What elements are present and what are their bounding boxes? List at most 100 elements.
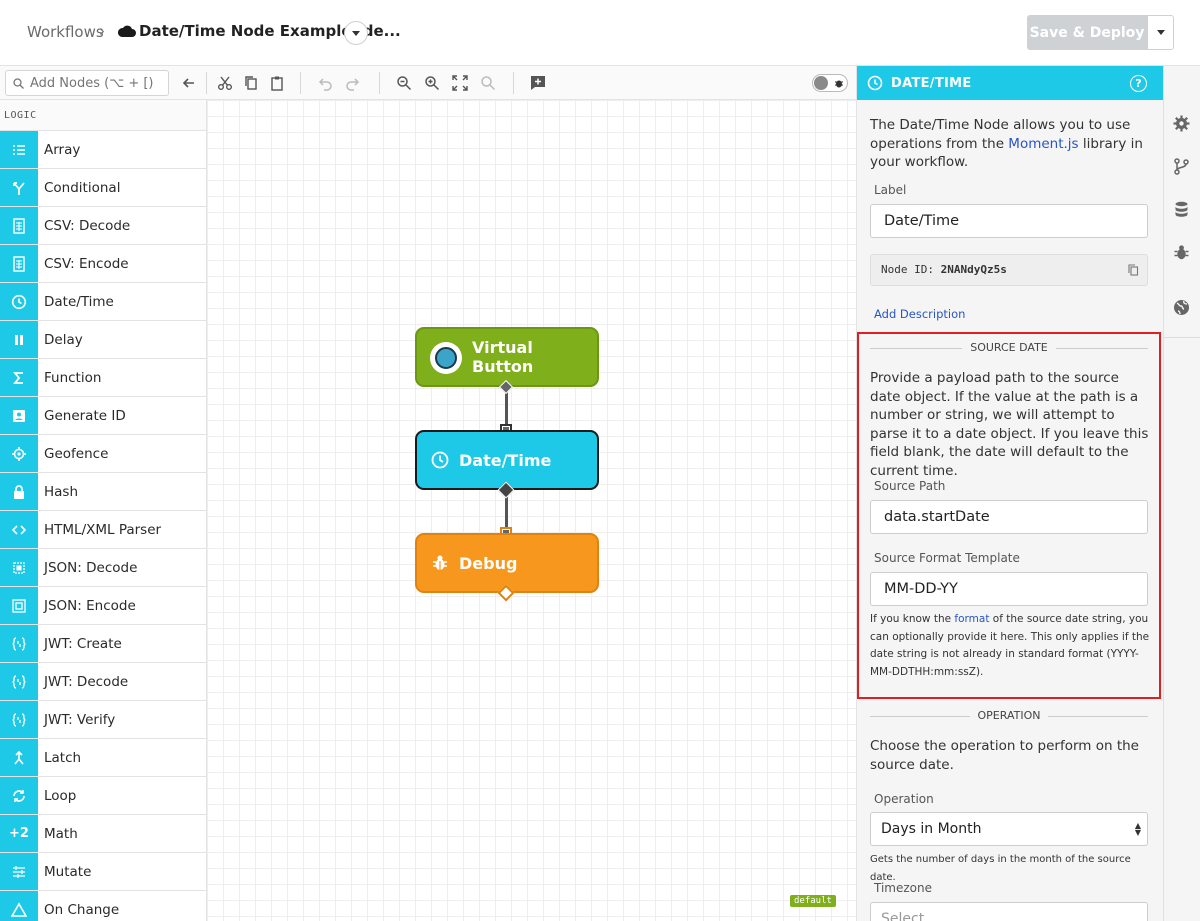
timezone-placeholder: Select...: [881, 911, 938, 921]
operation-label: Operation: [874, 792, 934, 806]
add-nodes-search[interactable]: [5, 70, 169, 96]
debug-toggle[interactable]: [812, 74, 848, 92]
search-input[interactable]: [30, 74, 166, 92]
crosshair-icon: [0, 435, 38, 472]
timezone-label: Timezone: [874, 881, 932, 895]
palette-item-delay[interactable]: Delay: [0, 321, 206, 359]
workflow-menu-button[interactable]: [344, 21, 368, 45]
palette-item-jwt-decode[interactable]: JWT: Decode: [0, 663, 206, 701]
mutate-icon: [0, 853, 38, 890]
palette-item-geofence[interactable]: Geofence: [0, 435, 206, 473]
palette-item-label: Latch: [44, 749, 82, 766]
paste-icon[interactable]: [269, 75, 285, 91]
palette-item-label: JWT: Decode: [44, 673, 129, 690]
palette-item-date-time[interactable]: Date/Time: [0, 283, 206, 321]
json-encode-icon: [0, 587, 38, 624]
toolbar-divider: [379, 72, 380, 94]
editor-toolbar: [0, 66, 856, 100]
timezone-select[interactable]: Select...: [870, 902, 1148, 921]
palette-item-csv-decode[interactable]: CSV: Decode: [0, 207, 206, 245]
palette-item-function[interactable]: Function: [0, 359, 206, 397]
jwt-icon: [0, 625, 38, 662]
database-icon[interactable]: [1173, 201, 1190, 218]
bug-icon: [433, 555, 447, 570]
node-id-value: 2NANdyQz5s: [940, 263, 1007, 276]
source-format-input[interactable]: MM-DD-YY: [870, 572, 1148, 606]
node-debug[interactable]: Debug: [415, 533, 599, 593]
palette-item-latch[interactable]: Latch: [0, 739, 206, 777]
palette-list: Array Conditional CSV: Decode CSV: Encode Da…: [0, 131, 206, 921]
palette-item-label: Array: [44, 141, 81, 158]
palette-item-array[interactable]: Array: [0, 131, 206, 169]
sigma-icon: [0, 359, 38, 396]
redo-icon[interactable]: [345, 75, 361, 91]
palette-item-label: JWT: Create: [44, 635, 122, 652]
format-help-before: If you know the: [870, 613, 955, 625]
globe-icon[interactable]: [1173, 299, 1190, 316]
palette-item-jwt-verify[interactable]: JWT: Verify: [0, 701, 206, 739]
format-help-text: If you know the format of the source dat…: [870, 611, 1152, 681]
add-description-link[interactable]: Add Description: [874, 307, 965, 321]
copy-icon[interactable]: [1127, 264, 1139, 276]
code-icon: [0, 511, 38, 548]
save-deploy-button[interactable]: Save & Deploy: [1027, 15, 1147, 50]
cut-icon[interactable]: [217, 75, 233, 91]
palette-item-label: CSV: Encode: [44, 255, 129, 272]
palette-item-label: Generate ID: [44, 407, 126, 424]
format-link[interactable]: format: [954, 613, 989, 625]
select-arrows-icon: ▲ ▼: [1134, 821, 1141, 837]
palette-item-json-decode[interactable]: JSON: Decode: [0, 549, 206, 587]
palette-item-label: Function: [44, 369, 102, 386]
gear-icon[interactable]: [1173, 115, 1190, 132]
operation-select[interactable]: Days in Month ▲ ▼: [870, 812, 1148, 846]
label-input[interactable]: Date/Time: [870, 204, 1148, 238]
node-virtual-button[interactable]: Virtual Button: [415, 327, 599, 387]
section-source-date: SOURCE DATE: [870, 341, 1148, 354]
palette-item-hash[interactable]: Hash: [0, 473, 206, 511]
palette-item-label: Delay: [44, 331, 83, 348]
palette-item-label: Geofence: [44, 445, 109, 462]
undo-icon[interactable]: [317, 75, 333, 91]
breadcrumb-workflows[interactable]: Workflows: [27, 23, 104, 41]
collapse-palette-icon[interactable]: [181, 75, 197, 91]
csv-icon: [0, 207, 38, 244]
moment-js-link[interactable]: Moment.js: [1008, 136, 1078, 152]
source-path-input[interactable]: data.startDate: [870, 500, 1148, 534]
node-date-time[interactable]: Date/Time: [415, 430, 599, 490]
zoom-in-icon[interactable]: [424, 75, 440, 91]
palette-item-html-xml-parser[interactable]: HTML/XML Parser: [0, 511, 206, 549]
toolbar-divider: [513, 72, 514, 94]
palette-item-jwt-create[interactable]: JWT: Create: [0, 625, 206, 663]
palette-item-conditional[interactable]: Conditional: [0, 169, 206, 207]
palette-item-json-encode[interactable]: JSON: Encode: [0, 587, 206, 625]
right-icon-rail: [1163, 66, 1200, 921]
palette-item-csv-encode[interactable]: CSV: Encode: [0, 245, 206, 283]
bug-icon[interactable]: [1173, 244, 1190, 261]
panel-intro: The Date/Time Node allows you to use ope…: [870, 116, 1152, 172]
workflow-canvas[interactable]: Virtual Button Date/Time Debug default: [207, 100, 856, 921]
zoom-out-icon[interactable]: [396, 75, 412, 91]
lock-icon: [0, 473, 38, 510]
palette-item-mutate[interactable]: Mutate: [0, 853, 206, 891]
zoom-reset-icon[interactable]: [480, 75, 496, 91]
palette-item-label: JWT: Verify: [44, 711, 116, 728]
fit-screen-icon[interactable]: [452, 75, 468, 91]
add-comment-icon[interactable]: [530, 75, 546, 91]
palette-item-label: CSV: Decode: [44, 217, 131, 234]
palette-item-on-change[interactable]: On Change: [0, 891, 206, 921]
pause-icon: [0, 321, 38, 358]
help-icon[interactable]: ?: [1130, 75, 1147, 92]
clock-icon: [431, 451, 449, 469]
source-path-label: Source Path: [874, 479, 946, 493]
node-virtual-button-label: Virtual Button: [472, 338, 534, 376]
toolbar-divider: [206, 72, 207, 94]
deploy-options-button[interactable]: [1147, 15, 1174, 50]
id-badge-icon: [0, 397, 38, 434]
palette-item-generate-id[interactable]: Generate ID: [0, 397, 206, 435]
palette-item-math[interactable]: +2 Math: [0, 815, 206, 853]
copy-icon[interactable]: [243, 75, 259, 91]
versions-branch-icon[interactable]: [1173, 158, 1190, 175]
jwt-icon: [0, 663, 38, 700]
list-icon: [0, 131, 38, 168]
palette-item-loop[interactable]: Loop: [0, 777, 206, 815]
